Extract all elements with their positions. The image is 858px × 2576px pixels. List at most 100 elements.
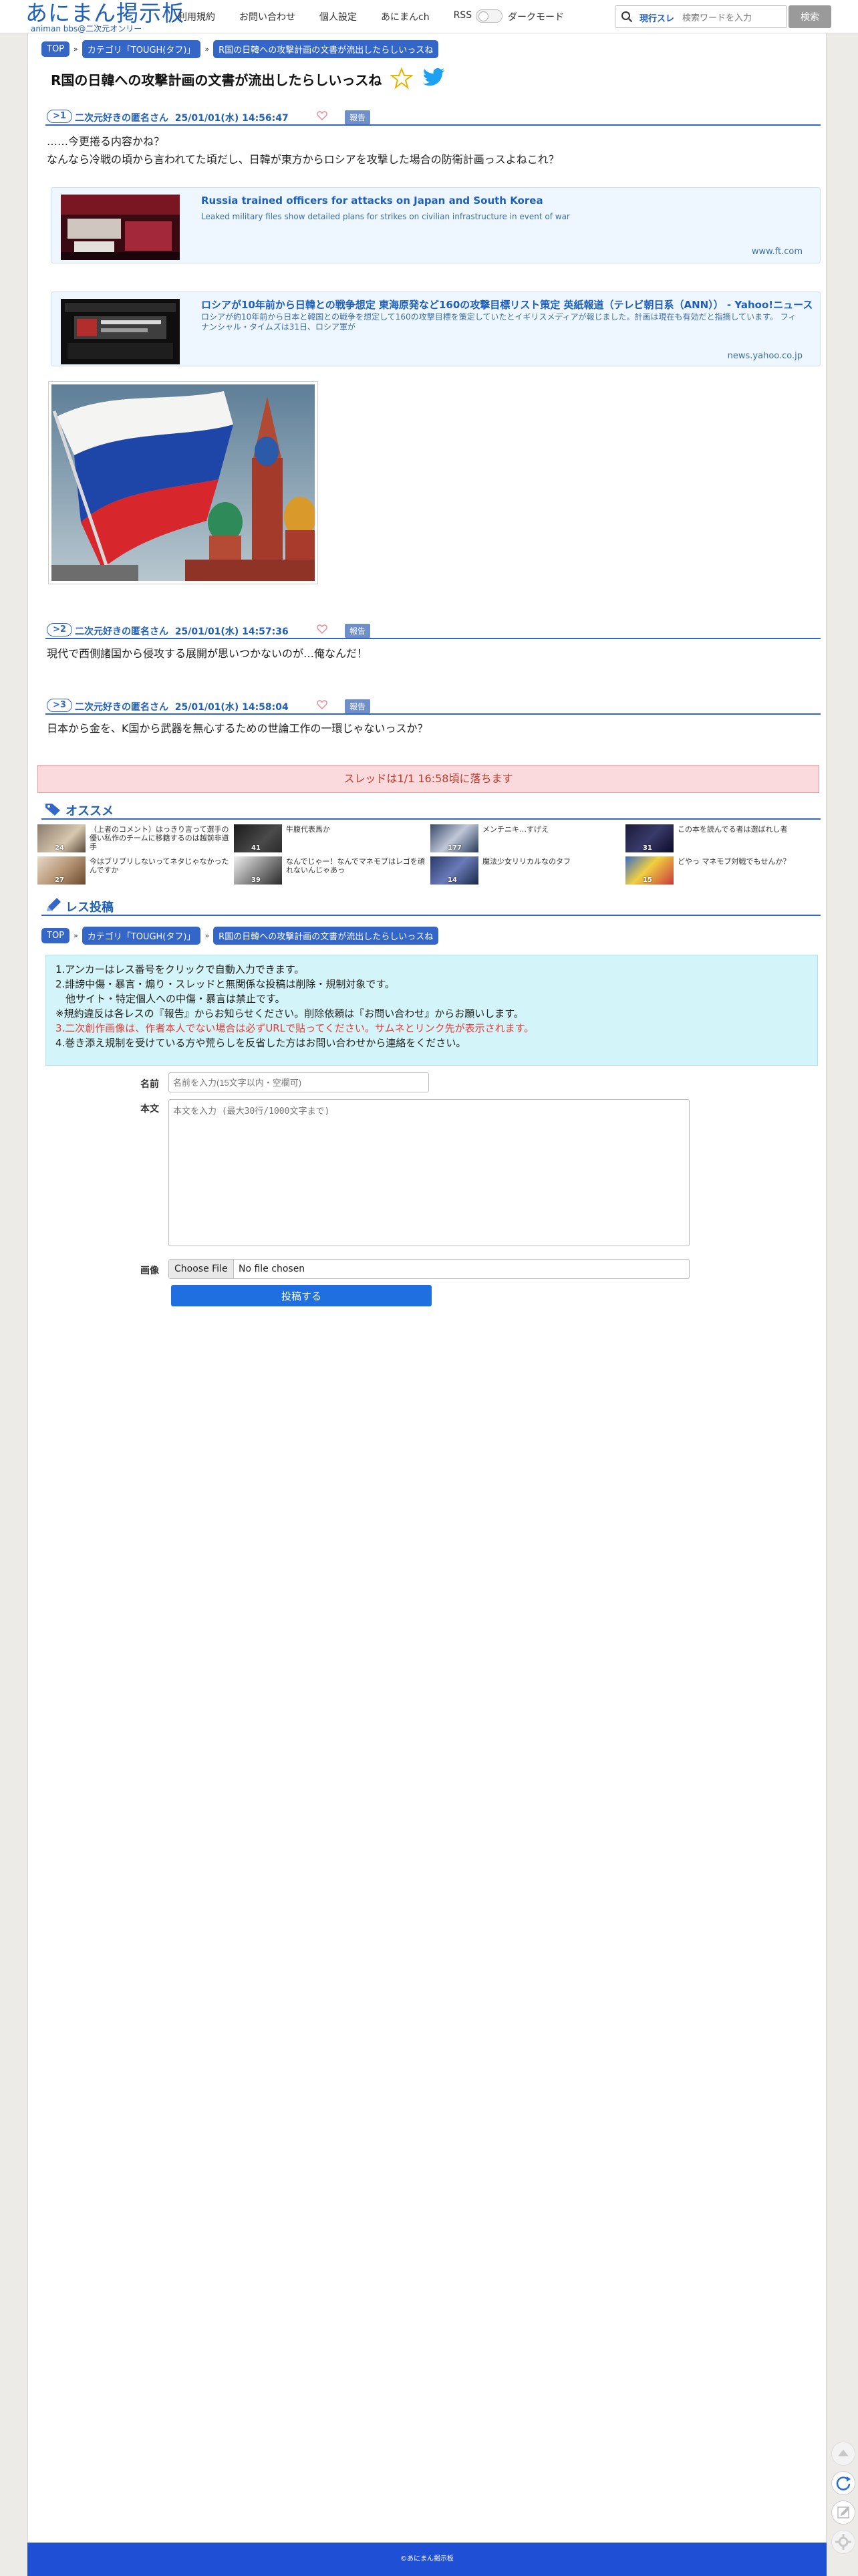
post-header: >2 二次元好きの匿名さん 25/01/01(水) 14:57:36 報告	[45, 622, 821, 639]
recommend-title-text[interactable]: なんでじゃー！なんでマネモブはレゴを頑れないんじゃあっ	[286, 857, 426, 874]
recommend-thumbnail: 31	[625, 824, 674, 852]
recommend-title-text[interactable]: どやっ マネモブ対戦でもせんか？	[678, 857, 818, 866]
breadcrumb: TOP » カテゴリ「TOUGH(タフ)」 » R国の日韓への攻撃計画の文書が流…	[41, 40, 439, 58]
link-card[interactable]: ロシアが10年前から日韓との戦争想定 東海原発など160の攻撃目標リスト策定 英…	[51, 291, 821, 366]
nav-animanch-link[interactable]: あにまんch	[381, 10, 430, 23]
recommend-title-text[interactable]: メンチニキ…すげえ	[482, 825, 623, 834]
recommend-thumbnail: 177	[430, 824, 478, 852]
recommend-item[interactable]: 177 メンチニキ…すげえ	[430, 824, 625, 852]
breadcrumb-category[interactable]: カテゴリ「TOUGH(タフ)」	[82, 927, 201, 945]
nav-terms-link[interactable]: 利用規約	[178, 10, 215, 23]
recommend-title-text[interactable]: 今はブリブリしないってネタじゃなかったんですか	[90, 857, 230, 874]
recommend-item[interactable]: 31 この本を読んでる者は選ばれし者	[625, 824, 821, 852]
recommend-item[interactable]: 39 なんでじゃー！なんでマネモブはレゴを頑れないんじゃあっ	[234, 856, 429, 885]
thread-title: R国の日韓への攻撃計画の文書が流出したらしいっスね	[51, 72, 382, 88]
site-logo[interactable]: あにまん掲示板 animan bbs@二次元オンリー	[25, 1, 184, 34]
write-button[interactable]	[831, 2500, 855, 2525]
scroll-top-button[interactable]	[831, 2442, 855, 2466]
post-number[interactable]: >2	[47, 623, 72, 636]
recommend-item[interactable]: 15 どやっ マネモブ対戦でもせんか？	[625, 856, 821, 885]
settings-button[interactable]	[831, 2530, 855, 2554]
comment-count: 177	[448, 844, 462, 852]
attached-image[interactable]	[48, 381, 318, 584]
rule-line: ※規約違反は各レスの『報告』からお知らせください。削除依頼は『お問い合わせ』から…	[55, 1008, 524, 1020]
nav-settings-link[interactable]: 個人設定	[319, 10, 357, 23]
logo-title[interactable]: あにまん掲示板	[25, 1, 184, 25]
recommend-thumbnail: 27	[37, 856, 86, 885]
post-body: ……今更捲る内容かね？ なんなら冷戦の頃から言われてた頃だし、日韓が東方からロシ…	[47, 132, 559, 168]
search-button[interactable]: 検索	[789, 5, 831, 28]
recommend-thumbnail: 41	[234, 824, 282, 852]
pencil-icon	[47, 898, 61, 911]
search-box: 現行スレ	[615, 5, 787, 28]
heart-icon[interactable]	[317, 699, 327, 710]
dark-mode-toggle[interactable]	[476, 9, 503, 23]
link-card-title[interactable]: Russia trained officers for attacks on J…	[201, 195, 543, 207]
choose-file-button[interactable]: Choose File	[169, 1260, 234, 1278]
search-input[interactable]	[682, 10, 782, 25]
breadcrumb-thread[interactable]: R国の日韓への攻撃計画の文書が流出したらしいっスね	[213, 40, 439, 58]
recommend-item[interactable]: 27 今はブリブリしないってネタじゃなかったんですか	[37, 856, 233, 885]
nav-contact-link[interactable]: お問い合わせ	[239, 10, 295, 23]
recommend-item[interactable]: 41 牛腹代表馬か	[234, 824, 429, 852]
post-body: 現代で西側諸国から侵攻する展開が思いつかないのが…俺なんだ！	[47, 645, 368, 663]
name-input[interactable]	[168, 1072, 429, 1092]
edit-icon	[837, 2506, 849, 2519]
post-author-date: 二次元好きの匿名さん 25/01/01(水) 14:58:04	[75, 700, 289, 713]
recommend-item[interactable]: 14 魔法少女リリカルなのタフ	[430, 856, 625, 885]
link-card-title[interactable]: ロシアが10年前から日韓との戦争想定 東海原発など160の攻撃目標リスト策定 英…	[201, 298, 813, 312]
post-author-date: 二次元好きの匿名さん 25/01/01(水) 14:56:47	[75, 111, 289, 124]
name-label: 名前	[140, 1079, 159, 1090]
breadcrumb-category[interactable]: カテゴリ「TOUGH(タフ)」	[82, 40, 201, 58]
recommend-title-text[interactable]: 魔法少女リリカルなのタフ	[482, 857, 623, 866]
tag-icon	[45, 804, 60, 816]
recommend-thumbnail: 14	[430, 856, 478, 885]
recommend-item[interactable]: 24 （上者のコメント）はっきり言って選手の優い私作のチームに移籍するのは越前非…	[37, 824, 233, 852]
report-button[interactable]: 報告	[345, 699, 371, 713]
post-line: 日本から金を、K国から武器を無心するための世論工作の一環じゃないっスか？	[47, 722, 428, 735]
reload-button[interactable]	[831, 2471, 855, 2495]
comment-count: 41	[251, 844, 261, 852]
comment-count: 39	[251, 876, 261, 884]
favorite-star-icon[interactable]	[390, 67, 413, 90]
body-textarea[interactable]	[168, 1099, 690, 1246]
submit-post-button[interactable]: 投稿する	[171, 1285, 432, 1306]
breadcrumb-top[interactable]: TOP	[41, 41, 70, 57]
link-card-description: Leaked military files show detailed plan…	[201, 212, 570, 221]
breadcrumb-top[interactable]: TOP	[41, 928, 70, 943]
link-card-domain: www.ft.com	[751, 247, 803, 257]
rule-line: 2.誹謗中傷・暴言・煽り・スレッドと無関係な投稿は削除・規制対象です。	[55, 978, 395, 990]
search-scope-select[interactable]: 現行スレ	[639, 11, 674, 24]
recommend-section-header: オススメ	[41, 800, 821, 820]
comment-count: 27	[55, 876, 64, 884]
heart-icon[interactable]	[317, 624, 327, 634]
dark-mode-label: ダークモード	[508, 12, 564, 23]
post-number[interactable]: >1	[47, 110, 72, 123]
image-file-input[interactable]: Choose File No file chosen	[168, 1259, 690, 1279]
breadcrumb-thread[interactable]: R国の日韓への攻撃計画の文書が流出したらしいっスね	[213, 927, 439, 945]
post-date: 25/01/01(水) 14:57:36	[174, 626, 289, 637]
heart-icon[interactable]	[317, 110, 327, 121]
breadcrumb-separator: »	[204, 931, 210, 940]
nav-rss-link[interactable]: RSS	[454, 10, 472, 23]
post-number[interactable]: >3	[47, 699, 72, 712]
breadcrumb: TOP » カテゴリ「TOUGH(タフ)」 » R国の日韓への攻撃計画の文書が流…	[41, 927, 439, 945]
post-line: ……今更捲る内容かね？	[47, 135, 165, 148]
recommend-title-text[interactable]: （上者のコメント）はっきり言って選手の優い私作のチームに移籍するのは越前非道手	[90, 825, 230, 851]
gear-icon	[835, 2534, 851, 2550]
recommend-title-text[interactable]: 牛腹代表馬か	[286, 825, 426, 834]
report-button[interactable]: 報告	[345, 110, 371, 124]
recommend-title: オススメ	[65, 804, 114, 818]
comment-count: 15	[643, 876, 652, 884]
post-form-title: レス投稿	[65, 901, 114, 915]
link-card[interactable]: Russia trained officers for attacks on J…	[51, 187, 821, 263]
post-header: >3 二次元好きの匿名さん 25/01/01(水) 14:58:04 報告	[45, 697, 821, 715]
breadcrumb-separator: »	[74, 931, 78, 940]
rule-line: 1.アンカーはレス番号をクリックで自動入力できます。	[55, 963, 305, 975]
recommend-title-text[interactable]: この本を読んでる者は選ばれし者	[678, 825, 818, 834]
comment-count: 14	[448, 876, 457, 884]
recommend-thumbnail: 39	[234, 856, 282, 885]
report-button[interactable]: 報告	[345, 624, 371, 638]
breadcrumb-separator: »	[204, 45, 210, 53]
twitter-share-icon[interactable]	[422, 68, 445, 87]
